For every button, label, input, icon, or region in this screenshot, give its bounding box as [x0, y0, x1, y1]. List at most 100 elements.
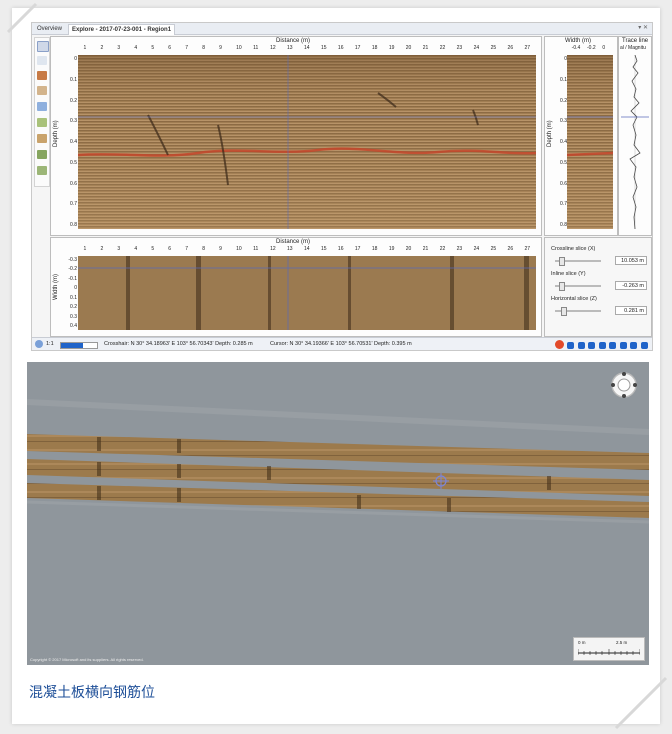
width-radargram[interactable] — [567, 55, 613, 229]
x-tick-label: 7 — [185, 45, 189, 51]
trace-line-plot[interactable] — [621, 55, 649, 229]
map-view[interactable]: Copyright © 2017 Microsoft and its suppl… — [27, 362, 649, 665]
trace-title: Trace line — [622, 38, 649, 44]
bottom-x-axis-title: Distance (m) — [276, 239, 311, 245]
x-tick-label: 10 — [236, 246, 242, 252]
trace-subtitle: al / Magnitu — [620, 45, 646, 51]
x-tick-label: 1 — [83, 246, 87, 252]
tab-bar: Overview Explore - 2017-07-23-001 - Regi… — [32, 23, 652, 35]
x-tick-label: 20 — [405, 246, 412, 252]
shirt-icon[interactable] — [630, 342, 638, 349]
status-bar: 1:1 Crosshair: N 30° 34.18963' E 103° 56… — [32, 337, 652, 350]
cursor-readout: Cursor: N 30° 34.19366' E 103° 56.70531'… — [270, 341, 412, 347]
x-tick-label: 8 — [202, 246, 205, 252]
progress-bar — [60, 342, 98, 349]
horizontal-slice-slider[interactable] — [555, 307, 601, 316]
plan-view-radargram[interactable] — [78, 256, 536, 330]
x-tick-label: 21 — [422, 246, 429, 252]
slice-controls-panel: Crossline slice (X) 10.053 m Inline slic… — [544, 237, 652, 337]
main-y-axis-title: Depth (m) — [53, 120, 59, 147]
crossline-slice-slider[interactable] — [555, 257, 601, 266]
y-tick-label: -0.1 — [68, 275, 77, 282]
x-tick-label: 26 — [507, 45, 514, 51]
main-x-axis-title: Distance (m) — [276, 38, 311, 44]
compass-icon[interactable] — [609, 370, 639, 400]
profile-tool-icon[interactable] — [37, 71, 47, 80]
y-tick-label: 0.7 — [560, 201, 567, 208]
punct-icon[interactable] — [588, 342, 596, 349]
y-tick-label: 0.2 — [560, 97, 567, 104]
page-curl-bottom-right — [614, 676, 668, 730]
x-tick-label: 16 — [337, 246, 344, 252]
layer-tool-icon[interactable] — [37, 118, 47, 127]
x-tick-label: 6 — [168, 45, 172, 51]
inline-slice-thumb[interactable] — [559, 282, 566, 291]
x-tick-label: 27 — [524, 45, 531, 51]
map-tool-icon[interactable] — [37, 134, 47, 143]
ime-icon[interactable] — [567, 342, 575, 349]
main-x-ticks: 1 2 3 4 5 6 7 8 9 10 11 12 13 14 15 16 17 18 19 20 21 22 23 24 2… — [51, 45, 541, 53]
crossline-slice-value[interactable]: 10.053 m — [615, 256, 647, 265]
x-tick-label: 5 — [151, 246, 155, 252]
x-tick-label: 4 — [134, 246, 138, 252]
x-tick-label: 24 — [473, 45, 480, 51]
x-tick-label: 3 — [117, 45, 121, 51]
wrench-icon[interactable] — [641, 342, 648, 349]
inline-slice-value[interactable]: -0.263 m — [615, 281, 647, 290]
crosshair-readout: Crosshair: N 30° 34.18963' E 103° 56.703… — [104, 341, 253, 347]
scale-left-label: 0 m — [578, 640, 586, 645]
main-radargram-panel: Distance (m) 1 2 3 4 5 6 7 8 9 10 11 12 13 14 15 16 17 18… — [50, 36, 542, 236]
y-tick-label: 0.4 — [70, 139, 77, 145]
y-tick-label: 0.1 — [560, 76, 567, 83]
y-tick-label: 0 — [74, 285, 77, 292]
plan-view-panel: Distance (m) 1 2 3 4 5 6 7 8 9 10 11 12 13 14 15 16 17 18… — [50, 237, 542, 337]
width-section-panel: Width (m) -0.4 -0.2 0 Depth (m) 0 0.1 0.2 0.3… — [544, 36, 618, 236]
zoom-tool-icon[interactable] — [37, 56, 47, 65]
x-tick-label: 11 — [253, 45, 259, 51]
horizontal-slice-thumb[interactable] — [561, 307, 568, 316]
x-tick-label: -0.2 — [587, 45, 596, 51]
mic-icon[interactable] — [598, 342, 606, 349]
y-tick-label: -0.2 — [68, 266, 77, 273]
globe-icon[interactable] — [35, 340, 43, 348]
map-scene — [27, 362, 649, 665]
tab-explore[interactable]: Explore - 2017-07-23-001 - Region1 — [68, 24, 176, 35]
width-y-axis-title: Depth (m) — [547, 120, 553, 147]
x-tick-label: 11 — [253, 246, 259, 252]
x-tick-label: 1 — [83, 45, 87, 51]
inline-slice-slider[interactable] — [555, 282, 601, 291]
horizontal-slice-value[interactable]: 0.281 m — [615, 306, 647, 315]
bottom-y-axis-title: Width (m) — [53, 274, 59, 300]
x-tick-label: 25 — [490, 246, 497, 252]
moon-icon[interactable] — [577, 342, 585, 349]
keyboard-icon[interactable] — [609, 342, 617, 349]
y-tick-label: 0.7 — [70, 201, 77, 208]
crossline-slice-thumb[interactable] — [559, 257, 566, 266]
y-tick-label: -0.3 — [68, 257, 77, 263]
x-tick-label: 2 — [100, 45, 104, 51]
horizontal-slice-label: Horizontal slice (Z) — [551, 296, 597, 302]
y-tick-label: 0.8 — [70, 222, 77, 228]
window-controls[interactable]: ▾ ✕ — [638, 23, 648, 33]
inline-slice-label: Inline slice (Y) — [551, 271, 586, 277]
y-tick-label: 0.1 — [70, 294, 77, 301]
user-icon[interactable] — [619, 342, 627, 349]
tab-overview[interactable]: Overview — [34, 24, 65, 34]
y-tick-label: 0.6 — [70, 180, 77, 187]
select-tool-icon[interactable] — [37, 102, 47, 111]
map-copyright: Copyright © 2017 Microsoft and its suppl… — [30, 657, 144, 662]
image-tool-icon[interactable] — [37, 166, 47, 175]
y-tick-label: 0.2 — [70, 97, 77, 104]
x-tick-label: 12 — [270, 246, 276, 252]
x-tick-label: 9 — [219, 246, 222, 252]
sougou-icon[interactable] — [554, 340, 564, 349]
x-tick-label: 23 — [456, 45, 463, 51]
main-radargram[interactable] — [78, 55, 536, 229]
table-tool-icon[interactable] — [37, 150, 47, 159]
pointer-tool-icon[interactable] — [37, 41, 49, 52]
progress-fill — [61, 343, 83, 348]
scale-right-label: 2.5 m — [616, 640, 628, 645]
pan-tool-icon[interactable] — [37, 86, 47, 95]
x-tick-label: 16 — [337, 45, 344, 51]
status-icons — [553, 340, 648, 349]
